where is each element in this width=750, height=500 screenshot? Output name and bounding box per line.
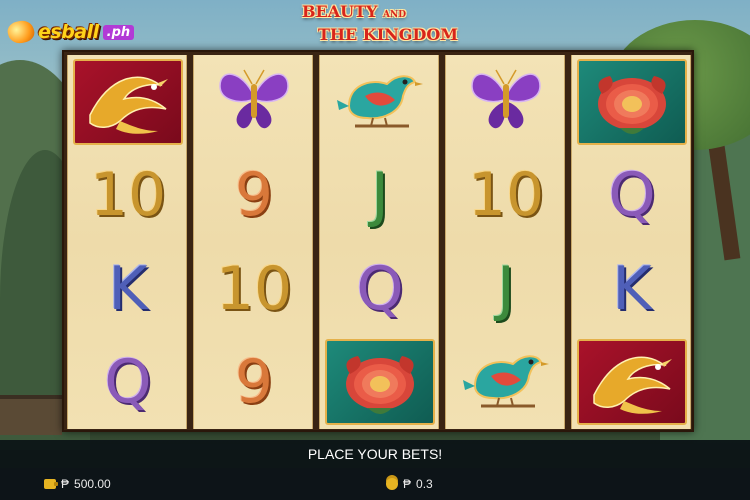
title-word-beauty: BEAUTY <box>302 2 378 21</box>
butterfly-icon <box>466 60 546 143</box>
bird-icon <box>335 60 425 143</box>
reel-cell: 10 <box>68 148 188 241</box>
message-bar: PLACE YOUR BETS! <box>0 440 750 468</box>
reel-4: 10 J <box>445 55 565 429</box>
reel-cell: J <box>446 242 566 335</box>
peony-icon <box>577 58 687 145</box>
reel-5: QK <box>571 55 691 429</box>
reel-cell <box>68 55 188 148</box>
reel-cell: J <box>320 148 440 241</box>
bet-display[interactable]: ₱ 0.3 <box>386 477 433 491</box>
symbol-q: Q <box>608 159 656 230</box>
balance-display[interactable]: ₱ 500.00 <box>44 477 111 491</box>
reel-cell: 10 <box>194 242 314 335</box>
symbol-9: 9 <box>234 159 274 230</box>
game-title: BEAUTY AND THE KINGDOM <box>290 2 470 45</box>
phoenix-icon <box>577 338 687 425</box>
reel-2: 9 10 9 <box>193 55 313 429</box>
reel-cell <box>446 335 566 428</box>
reel-cell: Q <box>68 335 188 428</box>
balance-currency: ₱ <box>61 477 70 491</box>
symbol-9: 9 <box>234 346 274 417</box>
symbol-10: 10 <box>467 159 545 230</box>
wallet-icon <box>44 479 58 489</box>
symbol-10: 10 <box>215 253 293 324</box>
reel-3: JQ <box>319 55 439 429</box>
reel-cell <box>320 335 440 428</box>
reel-cell: K <box>68 242 188 335</box>
coins-icon <box>386 478 398 490</box>
butterfly-icon <box>214 60 294 143</box>
reel-cell: 9 <box>194 335 314 428</box>
reel-cell: Q <box>572 148 692 241</box>
reel-frame: 10 K Q 9 10 9 J Q 10 J Q K <box>62 50 694 432</box>
reel-cell: K <box>572 242 692 335</box>
reel-cell <box>446 55 566 148</box>
symbol-10: 10 <box>89 159 167 230</box>
bet-currency: ₱ <box>403 477 412 491</box>
bird-icon <box>461 340 551 423</box>
symbol-q: Q <box>356 253 404 324</box>
symbol-j: J <box>497 253 515 324</box>
status-bar: ₱ 500.00 ₱ 0.3 <box>0 468 750 500</box>
reel-cell: Q <box>320 242 440 335</box>
symbol-k: K <box>612 253 652 324</box>
symbol-q: Q <box>104 346 152 417</box>
reel-cell <box>572 55 692 148</box>
logo-suffix: .ph <box>102 24 135 40</box>
gem-icon <box>5 18 37 46</box>
logo-brand: esball <box>38 21 99 43</box>
reel-cell <box>320 55 440 148</box>
bet-amount: 0.3 <box>416 477 433 491</box>
balance-amount: 500.00 <box>74 477 111 491</box>
reel-cell <box>572 335 692 428</box>
reel-1: 10 K Q <box>67 55 187 429</box>
stone-ruin <box>0 395 62 435</box>
reel-cell: 9 <box>194 148 314 241</box>
title-word-and: AND <box>383 10 407 20</box>
symbol-j: J <box>371 159 389 230</box>
phoenix-icon <box>73 58 183 145</box>
reel-cell: 10 <box>446 148 566 241</box>
title-line-kingdom: THE KINGDOM <box>318 25 458 44</box>
site-logo: esball .ph <box>5 18 135 46</box>
reel-cell <box>194 55 314 148</box>
place-bets-message: PLACE YOUR BETS! <box>307 446 443 462</box>
peony-icon <box>325 338 435 425</box>
symbol-k: K <box>108 253 148 324</box>
